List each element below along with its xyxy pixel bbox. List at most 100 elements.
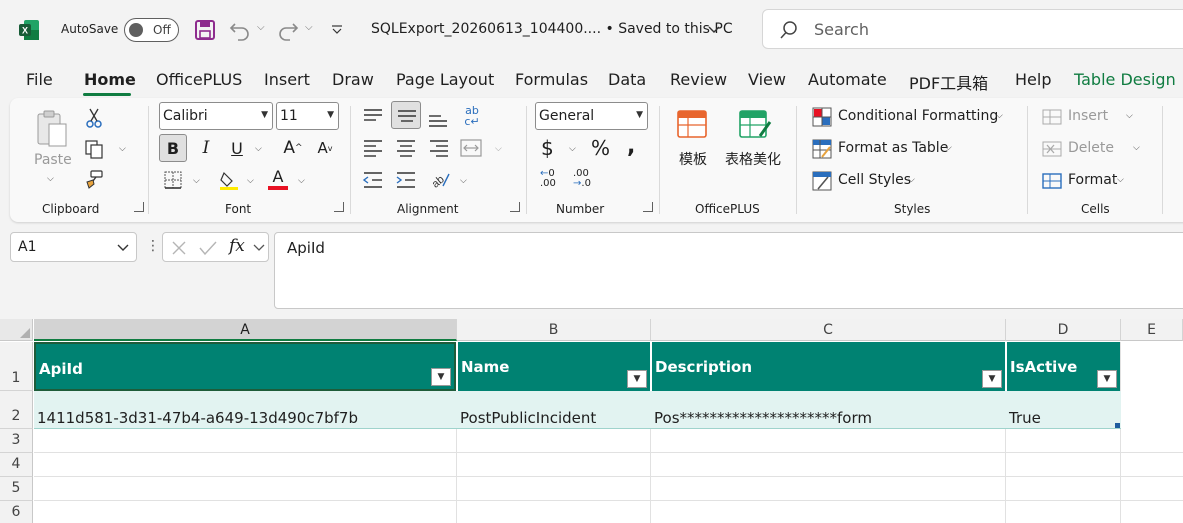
autosave-toggle[interactable]: Off (124, 18, 179, 42)
tab-page-layout[interactable]: Page Layout (396, 70, 494, 89)
formula-input[interactable]: ApiId (274, 232, 1183, 309)
table-resize-handle[interactable] (1115, 423, 1120, 428)
tab-home[interactable]: Home (84, 70, 136, 89)
delete-cells-icon[interactable] (1042, 139, 1062, 159)
cell-styles-button[interactable]: Cell Styles (838, 172, 911, 188)
format-cells-icon[interactable] (1042, 171, 1062, 191)
align-bottom-icon[interactable] (427, 110, 449, 130)
align-left-icon[interactable] (362, 138, 384, 158)
format-as-table-button[interactable]: Format as Table (838, 140, 948, 156)
alignment-launcher-icon[interactable] (510, 202, 520, 212)
filter-dropdown-icon[interactable]: ▼ (627, 370, 647, 388)
tab-officeplus[interactable]: OfficePLUS (156, 70, 242, 89)
undo-dropdown-icon[interactable]: ⌵ (257, 22, 265, 33)
table-beautify-label[interactable]: 表格美化 (725, 149, 781, 169)
insert-cells-button[interactable]: Insert (1068, 108, 1108, 124)
select-all-button[interactable] (0, 319, 33, 341)
tab-table-design[interactable]: Table Design (1074, 70, 1176, 89)
insert-function-icon[interactable]: fx (229, 236, 245, 256)
copy-dropdown-icon[interactable]: ⌵ (119, 144, 126, 154)
cell-styles-dropdown-icon[interactable]: ⌵ (908, 175, 915, 185)
orientation-icon[interactable]: ab (429, 168, 453, 190)
cancel-icon[interactable] (171, 240, 187, 256)
redo-dropdown-icon[interactable]: ⌵ (305, 22, 313, 33)
paste-dropdown-icon[interactable]: ⌵ (47, 174, 54, 184)
increase-indent-icon[interactable] (395, 170, 417, 190)
delete-dropdown-icon[interactable]: ⌵ (1133, 143, 1140, 153)
customize-toolbar-icon[interactable] (325, 18, 349, 42)
format-table-dropdown-icon[interactable]: ⌵ (945, 143, 952, 153)
insert-dropdown-icon[interactable]: ⌵ (1126, 111, 1133, 121)
tab-draw[interactable]: Draw (332, 70, 374, 89)
row-header-2[interactable]: 2 (0, 391, 33, 429)
column-header-a[interactable]: A (34, 319, 457, 341)
orientation-dropdown-icon[interactable]: ⌵ (460, 176, 467, 186)
cell-name[interactable]: PostPublicIncident (460, 409, 596, 427)
borders-icon[interactable] (161, 168, 185, 192)
decrease-indent-icon[interactable] (362, 170, 384, 190)
underline-icon[interactable]: U (224, 134, 250, 162)
template-label[interactable]: 模板 (679, 149, 707, 169)
conditional-formatting-button[interactable]: Conditional Formatting (838, 108, 998, 124)
tab-data[interactable]: Data (608, 70, 646, 89)
delete-cells-button[interactable]: Delete (1068, 140, 1114, 156)
format-dropdown-icon[interactable]: ⌵ (1117, 175, 1124, 185)
fill-color-icon[interactable] (217, 168, 241, 192)
decrease-font-size-icon[interactable]: Av (312, 134, 338, 162)
increase-decimal-icon[interactable]: ←0.00 (540, 169, 556, 189)
column-header-e[interactable]: E (1121, 319, 1183, 341)
search-box[interactable]: Search (762, 9, 1183, 49)
table-header-description[interactable]: Description ▼ (651, 342, 1005, 391)
wrap-text-icon[interactable]: ab c↵ (460, 102, 484, 130)
font-color-dropdown-icon[interactable]: ⌵ (298, 176, 305, 186)
redo-icon[interactable] (276, 18, 300, 42)
cut-icon[interactable] (83, 107, 105, 129)
italic-icon[interactable]: I (194, 134, 218, 162)
title-chevron-down-icon[interactable] (708, 25, 720, 35)
row-header-4[interactable]: 4 (0, 453, 33, 477)
row-header-3[interactable]: 3 (0, 429, 33, 453)
increase-font-size-icon[interactable]: A ^ (280, 134, 306, 162)
underline-dropdown-icon[interactable]: ⌵ (255, 144, 262, 154)
format-as-table-icon[interactable] (812, 139, 832, 159)
undo-icon[interactable] (228, 18, 252, 42)
number-launcher-icon[interactable] (643, 202, 653, 212)
template-icon[interactable] (676, 108, 710, 140)
more-options-icon[interactable]: ⋮ (146, 238, 160, 254)
enter-icon[interactable] (199, 240, 217, 256)
table-header-apiid[interactable]: ApiId ▼ (34, 342, 456, 391)
align-right-icon[interactable] (428, 138, 450, 158)
format-painter-icon[interactable] (83, 168, 105, 190)
paste-icon[interactable] (34, 108, 70, 148)
column-header-d[interactable]: D (1006, 319, 1121, 341)
conditional-formatting-icon[interactable] (812, 107, 832, 127)
paste-label[interactable]: Paste (34, 152, 72, 168)
insert-cells-icon[interactable] (1042, 107, 1062, 127)
comma-style-icon[interactable]: , (627, 134, 635, 159)
column-header-c[interactable]: C (651, 319, 1006, 341)
font-color-icon[interactable]: A (266, 166, 290, 192)
format-cells-button[interactable]: Format (1068, 172, 1117, 188)
document-title[interactable]: SQLExport_20260613_104400.... • Saved to… (371, 21, 733, 37)
clipboard-launcher-icon[interactable] (134, 202, 144, 212)
decrease-decimal-icon[interactable]: .00 →.0 (573, 169, 591, 189)
percent-icon[interactable]: % (591, 136, 610, 160)
tab-pdf-tools[interactable]: PDF工具箱 (909, 70, 988, 94)
font-family-select[interactable]: Calibri ▼ (159, 102, 273, 130)
table-header-isactive[interactable]: IsActive ▼ (1006, 342, 1120, 391)
row-header-1[interactable]: 1 (0, 342, 33, 391)
font-size-select[interactable]: 11 ▼ (276, 102, 339, 130)
tab-review[interactable]: Review (670, 70, 727, 89)
borders-dropdown-icon[interactable]: ⌵ (193, 176, 200, 186)
column-header-b[interactable]: B (457, 319, 651, 341)
merge-center-icon[interactable] (459, 138, 483, 158)
search-input[interactable]: Search (814, 20, 869, 39)
conditional-dropdown-icon[interactable]: ⌵ (996, 111, 1003, 121)
save-icon[interactable] (193, 18, 217, 42)
align-middle-button[interactable] (391, 101, 421, 129)
font-launcher-icon[interactable] (334, 202, 344, 212)
number-format-select[interactable]: General ▼ (535, 102, 648, 130)
filter-dropdown-icon[interactable]: ▼ (1097, 370, 1117, 388)
cell-isactive[interactable]: True (1009, 409, 1041, 427)
row-header-5[interactable]: 5 (0, 477, 33, 501)
